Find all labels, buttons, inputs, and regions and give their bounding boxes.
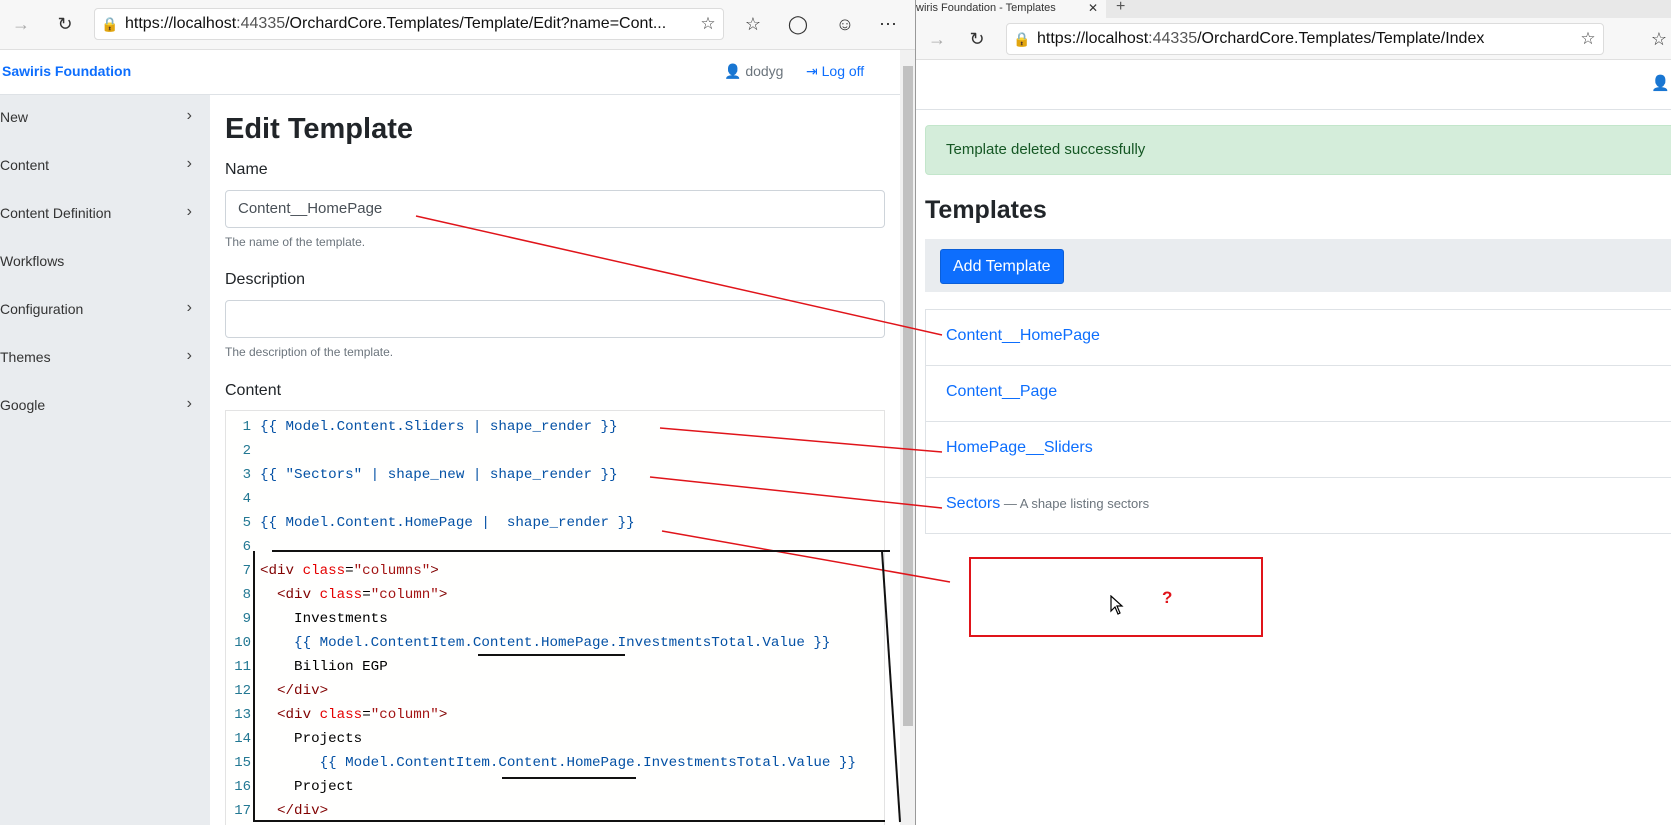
code-line: {{ Model.ContentItem.Content.HomePage.In… [260,635,831,651]
code-line: {{ Model.Content.Sliders | shape_render … [260,419,618,435]
admin-header: Sawiris Foundation 👤 dodyg ⇥ Log off [0,50,900,95]
template-description: — A shape listing sectors [1000,496,1150,511]
scrollbar-thumb[interactable] [903,66,913,726]
left-browser-window: → ↻ 🔒 https://localhost:44335/OrchardCor… [0,0,916,825]
logoff-icon: ⇥ [806,63,822,79]
list-item: Sectors — A shape listing sectors [925,478,1671,534]
chevron-right-icon: › [186,107,192,124]
refresh-icon[interactable]: ↻ [962,24,992,54]
favorites-icon[interactable]: ☆ [738,9,768,39]
browser-toolbar: → ↻ 🔒 https://localhost:44335/OrchardCor… [0,0,915,50]
list-item: Content__HomePage [925,310,1671,366]
profile-icon[interactable]: ◯ [783,9,813,39]
list-item: Content__Page [925,366,1671,422]
forward-icon[interactable]: → [6,9,36,39]
template-link[interactable]: HomePage__Sliders [946,439,1093,456]
template-link[interactable]: Sectors [946,495,1000,512]
favorite-star-icon[interactable]: ☆ [1573,29,1603,49]
description-hint: The description of the template. [225,345,394,359]
sidebar-item-themes[interactable]: Themes › [0,337,210,377]
code-editor[interactable]: 1 2 3 4 5 6 7 8 9 10 11 12 13 14 15 16 1… [225,410,885,825]
edit-template-form: Edit Template Name Content__HomePage The… [210,95,900,825]
name-field[interactable]: Content__HomePage [225,190,885,228]
more-icon[interactable]: ⋯ [873,9,903,39]
brand-link[interactable]: Sawiris Foundation [2,63,131,79]
sidebar-item-content[interactable]: Content › [0,145,210,185]
name-hint: The name of the template. [225,235,366,249]
code-line: Billion EGP [260,659,388,675]
address-bar[interactable]: 🔒 https://localhost:44335/OrchardCore.Te… [94,8,724,40]
user-icon[interactable]: 👤 [1651,74,1670,92]
favorite-star-icon[interactable]: ☆ [693,14,723,34]
code-line: Investments [260,611,388,627]
sidebar-item-workflows[interactable]: Workflows [0,241,210,281]
success-alert: Template deleted successfully [925,125,1671,175]
sidebar-item-configuration[interactable]: Configuration › [0,289,210,329]
line-number-gutter: 1 2 3 4 5 6 7 8 9 10 11 12 13 14 15 16 1… [226,411,254,825]
page-scrollbar[interactable] [900,50,915,825]
page-title: Templates [925,196,1047,224]
forward-icon[interactable]: → [922,24,952,54]
browser-toolbar: → ↻ 🔒 https://localhost:44335/OrchardCor… [916,18,1671,60]
emoji-icon[interactable]: ☺ [830,9,860,39]
admin-header: 👤 [916,60,1671,110]
chevron-right-icon: › [186,347,192,364]
tab-strip: wiris Foundation - Templates ✕ + [916,0,1671,18]
code-line: <div class="column"> [277,587,448,603]
chevron-right-icon: › [186,299,192,316]
add-template-button[interactable]: Add Template [940,249,1064,284]
template-link[interactable]: Content__Page [946,383,1057,400]
description-field[interactable] [225,300,885,338]
chevron-right-icon: › [186,155,192,172]
refresh-icon[interactable]: ↻ [50,9,80,39]
toolbar: Add Template [925,239,1671,292]
chevron-right-icon: › [186,395,192,412]
template-list: Content__HomePage Content__Page HomePage… [925,309,1671,534]
annotation-box: ? [969,557,1263,637]
sidebar-item-content-definition[interactable]: Content Definition › [0,193,210,233]
new-tab-icon[interactable]: + [1116,0,1125,16]
code-line: {{ Model.ContentItem.Content.HomePage.In… [260,755,856,771]
list-item: HomePage__Sliders [925,422,1671,478]
user-icon: 👤 [724,63,746,79]
code-line: {{ Model.Content.HomePage | shape_render… [260,515,635,531]
content-label: Content [225,382,282,399]
code-line: </div> [277,683,329,699]
name-label: Name [225,161,268,178]
mouse-cursor-icon [1110,595,1124,615]
sidebar-item-google[interactable]: Google › [0,385,210,425]
code-line: <div class="columns"> [260,563,439,579]
address-bar[interactable]: 🔒 https://localhost:44335/OrchardCore.Te… [1006,23,1604,55]
code-line: <div class="column"> [277,707,448,723]
favorites-icon[interactable]: ☆ [1644,24,1671,54]
code-line: </div> [277,803,329,819]
tab-templates[interactable]: wiris Foundation - Templates ✕ [916,0,1106,18]
chevron-right-icon: › [186,203,192,220]
user-menu[interactable]: 👤 dodyg [724,63,783,80]
admin-sidebar: New › Content › Content Definition › Workfl… [0,95,210,825]
close-icon[interactable]: ✕ [1088,1,1098,15]
description-label: Description [225,271,306,288]
logoff-link[interactable]: ⇥ Log off [806,63,864,80]
code-line: Project [260,779,354,795]
question-mark: ? [1162,588,1173,607]
sidebar-item-new[interactable]: New › [0,97,210,137]
lock-icon: 🔒 [101,15,119,32]
page-title: Edit Template [225,113,413,145]
template-link[interactable]: Content__HomePage [946,327,1100,344]
code-line: Projects [260,731,363,747]
code-line: {{ "Sectors" | shape_new | shape_render … [260,467,618,483]
right-browser-window: wiris Foundation - Templates ✕ + → ↻ 🔒 ht… [916,0,1671,825]
lock-icon: 🔒 [1013,30,1031,47]
